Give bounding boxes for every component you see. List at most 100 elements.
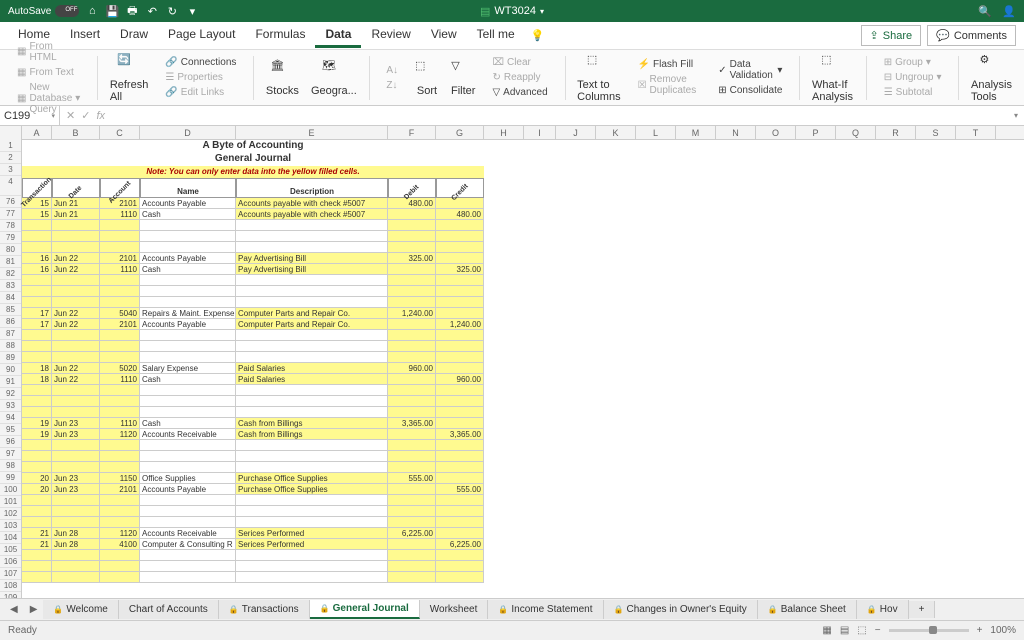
cell[interactable]: Salary Expense <box>140 363 236 374</box>
undo-icon[interactable]: ↶ <box>145 4 159 18</box>
cell[interactable]: Office Supplies <box>140 473 236 484</box>
cell[interactable]: 19 <box>22 429 52 440</box>
cell[interactable]: Jun 22 <box>52 308 100 319</box>
cell[interactable] <box>388 550 436 561</box>
cell[interactable] <box>22 297 52 308</box>
col-header[interactable]: I <box>524 126 556 139</box>
col-header[interactable]: H <box>484 126 524 139</box>
cell[interactable] <box>236 297 388 308</box>
cell[interactable]: Computer & Consulting R <box>140 539 236 550</box>
share-button[interactable]: ⇪Share <box>861 25 922 46</box>
table-row[interactable] <box>22 330 1024 341</box>
sheet-tab-balance-sheet[interactable]: 🔒Balance Sheet <box>758 600 857 619</box>
cell[interactable] <box>388 286 436 297</box>
cell[interactable]: Computer Parts and Repair Co. <box>236 319 388 330</box>
cell[interactable] <box>236 275 388 286</box>
cell[interactable] <box>22 385 52 396</box>
cell[interactable] <box>388 429 436 440</box>
row-header[interactable]: 90 <box>0 364 21 376</box>
cell[interactable] <box>236 341 388 352</box>
cell[interactable] <box>236 440 388 451</box>
cell[interactable] <box>436 330 484 341</box>
cell[interactable]: 19 <box>22 418 52 429</box>
row-header[interactable]: 101 <box>0 496 21 508</box>
cell[interactable] <box>236 572 388 583</box>
row-header[interactable]: 97 <box>0 448 21 460</box>
col-header[interactable]: T <box>956 126 996 139</box>
row-header[interactable]: 81 <box>0 256 21 268</box>
cell[interactable]: 21 <box>22 528 52 539</box>
cell[interactable] <box>388 561 436 572</box>
cell[interactable] <box>22 550 52 561</box>
table-row[interactable] <box>22 561 1024 572</box>
tab-tell-me[interactable]: Tell me <box>467 23 525 48</box>
cell[interactable] <box>436 561 484 572</box>
col-header[interactable]: F <box>388 126 436 139</box>
cell[interactable] <box>388 451 436 462</box>
table-row[interactable] <box>22 451 1024 462</box>
row-header[interactable]: 77 <box>0 208 21 220</box>
cell[interactable]: Jun 28 <box>52 539 100 550</box>
cell[interactable] <box>388 264 436 275</box>
cell[interactable] <box>236 396 388 407</box>
table-row[interactable]: 21Jun 284100Computer & Consulting RSeric… <box>22 539 1024 550</box>
cell[interactable]: 3,365.00 <box>388 418 436 429</box>
search-icon[interactable]: 🔍 <box>978 4 992 18</box>
cell[interactable]: 17 <box>22 308 52 319</box>
cell[interactable]: 480.00 <box>388 198 436 209</box>
table-row[interactable]: 15Jun 211110CashAccounts payable with ch… <box>22 209 1024 220</box>
cell[interactable] <box>388 209 436 220</box>
refresh-all-button[interactable]: 🔄Refresh All <box>106 53 153 103</box>
cell[interactable] <box>22 561 52 572</box>
cell[interactable] <box>52 572 100 583</box>
row-header[interactable]: 2 <box>0 152 21 164</box>
cell[interactable]: 2101 <box>100 253 140 264</box>
table-row[interactable] <box>22 341 1024 352</box>
cell[interactable] <box>436 308 484 319</box>
table-row[interactable] <box>22 407 1024 418</box>
cell[interactable] <box>388 407 436 418</box>
table-row[interactable] <box>22 286 1024 297</box>
cell[interactable] <box>100 396 140 407</box>
cell[interactable]: 1120 <box>100 429 140 440</box>
table-row[interactable]: 19Jun 231120Accounts ReceivableCash from… <box>22 429 1024 440</box>
sheet-tab-transactions[interactable]: 🔒Transactions <box>219 600 310 619</box>
analysis-tools-button[interactable]: ⚙Analysis Tools <box>967 53 1016 103</box>
cell[interactable]: Jun 22 <box>52 363 100 374</box>
home-icon[interactable]: ⌂ <box>85 4 99 18</box>
table-row[interactable] <box>22 385 1024 396</box>
sheet-tab-general-journal[interactable]: 🔒General Journal <box>310 600 420 619</box>
cell[interactable]: 1150 <box>100 473 140 484</box>
cell[interactable] <box>100 341 140 352</box>
zoom-slider[interactable] <box>889 629 969 632</box>
cell[interactable] <box>388 374 436 385</box>
comments-button[interactable]: 💬Comments <box>927 25 1016 46</box>
cell[interactable]: Accounts Payable <box>140 253 236 264</box>
col-header[interactable]: C <box>100 126 140 139</box>
cell[interactable] <box>436 440 484 451</box>
view-layout-icon[interactable]: ▤ <box>840 625 849 636</box>
table-row[interactable] <box>22 242 1024 253</box>
cell[interactable] <box>436 528 484 539</box>
cell[interactable]: 1120 <box>100 528 140 539</box>
table-row[interactable]: 19Jun 231110CashCash from Billings3,365.… <box>22 418 1024 429</box>
cell[interactable] <box>140 352 236 363</box>
cell[interactable] <box>100 242 140 253</box>
cell[interactable] <box>388 220 436 231</box>
cell[interactable]: 1110 <box>100 418 140 429</box>
cell[interactable] <box>436 572 484 583</box>
cell[interactable] <box>100 506 140 517</box>
fx-icon[interactable]: fx <box>96 110 105 122</box>
cell[interactable]: 18 <box>22 363 52 374</box>
cell[interactable]: Accounts Payable <box>140 484 236 495</box>
cell[interactable]: Accounts Receivable <box>140 528 236 539</box>
cell[interactable]: Pay Advertising Bill <box>236 253 388 264</box>
row-header[interactable]: 80 <box>0 244 21 256</box>
cell[interactable] <box>52 385 100 396</box>
cell[interactable]: 20 <box>22 484 52 495</box>
cell[interactable]: 1110 <box>100 264 140 275</box>
cell[interactable]: Jun 22 <box>52 374 100 385</box>
redo-icon[interactable]: ↻ <box>165 4 179 18</box>
cell[interactable] <box>388 539 436 550</box>
cell[interactable]: Jun 23 <box>52 429 100 440</box>
